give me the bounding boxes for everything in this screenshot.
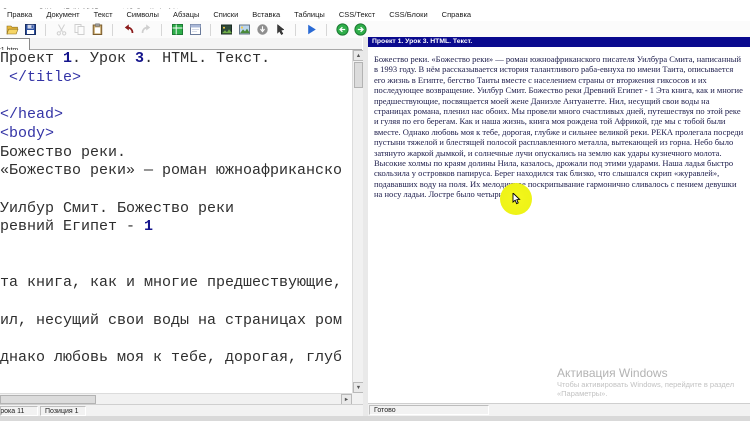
insert-link-button[interactable] [272,22,288,37]
copy-icon [73,23,86,36]
mouse-cursor-icon [512,193,522,205]
toolbar-separator [112,24,113,36]
editor-line: </head> [0,106,352,125]
play-icon [305,23,318,36]
toolbar [0,21,750,38]
forward-button[interactable] [352,22,368,37]
menu-item-css-bloki[interactable]: CSS/Блоки [382,9,434,21]
editor-line: ил, несущий свои воды на страницах ром [0,312,352,331]
editor-code-area[interactable]: Проект 1. Урок 3. HTML. Текст. </title> … [0,50,352,393]
editor-line: Божество реки. [0,144,352,163]
status-position: Позиция 1 [40,406,86,416]
editor-status-bar: Строка 11 Позиция 1 [0,404,363,416]
toolbar-separator [326,24,327,36]
menu-item-tekst[interactable]: Текст [87,9,120,21]
run-browser-button[interactable] [303,22,319,37]
forward-icon [354,23,367,36]
back-icon [336,23,349,36]
undo-icon [122,23,135,36]
toolbar-separator [210,24,211,36]
status-line-number: Строка 11 [0,406,38,416]
horizontal-scroll-thumb[interactable] [0,395,96,404]
save-icon [24,23,37,36]
paste-icon [91,23,104,36]
toolbar-separator [161,24,162,36]
editor-line [0,331,352,350]
preview-page-title: Проект 1. Урок 3. HTML. Текст. [368,37,750,47]
app-window: Веб-страница C:\Users\ZolkinMV\Documents… [0,0,750,421]
editor-line: днако любовь моя к тебе, дорогая, глуб [0,349,352,368]
menu-item-pravka[interactable]: Правка [0,9,39,21]
editor-line: </title> [0,69,352,88]
menu-item-spravka[interactable]: Справка [435,9,478,21]
menu-item-tablitsy[interactable]: Таблицы [287,9,332,21]
editor-line [0,87,352,106]
editor-line: ревний Египет - 1 [0,218,352,237]
tab-bar: index1.htm [0,38,362,50]
download-icon [256,23,269,36]
preview-status-bar: Готово [368,403,750,416]
editor-line [0,256,352,275]
preview-view-icon [189,23,202,36]
editor-line: та книга, как и многие предшествующие, [0,274,352,293]
scrollbar-corner [352,393,363,404]
menu-item-simvoly[interactable]: Символы [120,9,166,21]
preview-status-text: Готово [369,405,489,415]
window-titlebar: Веб-страница C:\Users\ZolkinMV\Documents… [0,0,750,9]
save-button[interactable] [22,22,38,37]
preview-pane: Проект 1. Урок 3. HTML. Текст. Божество … [368,37,750,403]
redo-button [138,22,154,37]
toolbar-separator [45,24,46,36]
editor-line: Проект 1. Урок 3. HTML. Текст. [0,50,352,69]
preview-page-body: Божество реки. «Божество реки» — роман ю… [368,47,750,403]
undo-button[interactable] [120,22,136,37]
pointer-link-icon [274,23,287,36]
tab-index1-htm[interactable]: index1.htm [0,38,30,50]
open-file-button[interactable] [4,22,20,37]
editor-line: «Божество реки» — роман южноафриканско [0,162,352,181]
back-button[interactable] [334,22,350,37]
menu-item-dokument[interactable]: Документ [39,9,86,21]
insert-picture-button[interactable] [236,22,252,37]
menu-item-spiski[interactable]: Списки [206,9,245,21]
editor-line: Уилбур Смит. Божество реки [0,200,352,219]
editor-line: <body> [0,125,352,144]
code-view-icon [171,23,184,36]
insert-image-button[interactable] [218,22,234,37]
redo-icon [140,23,153,36]
vertical-scroll-thumb[interactable] [354,62,363,88]
toolbar-separator [295,24,296,36]
code-view-button[interactable] [169,22,185,37]
menu-item-abzatsy[interactable]: Абзацы [166,9,206,21]
window-bottom-edge [0,416,750,421]
editor-line [0,181,352,200]
editor-line [0,293,352,312]
editor-horizontal-scrollbar[interactable]: ► [0,393,363,404]
editor-line [0,237,352,256]
cut-icon [55,23,68,36]
menu-bar: ПравкаДокументТекстСимволыАбзацыСпискиВс… [0,9,750,21]
editor-vertical-scrollbar[interactable]: ▲ ▼ [352,50,363,393]
image-light-icon [238,23,251,36]
paste-button[interactable] [89,22,105,37]
image-dark-icon [220,23,233,36]
menu-item-vstavka[interactable]: Вставка [245,9,287,21]
copy-button [71,22,87,37]
folder-open-icon [6,23,19,36]
mouse-cursor-highlight [500,183,532,215]
preview-view-button[interactable] [187,22,203,37]
cut-button [53,22,69,37]
menu-item-css-tekst[interactable]: CSS/Текст [332,9,382,21]
insert-anchor-button[interactable] [254,22,270,37]
